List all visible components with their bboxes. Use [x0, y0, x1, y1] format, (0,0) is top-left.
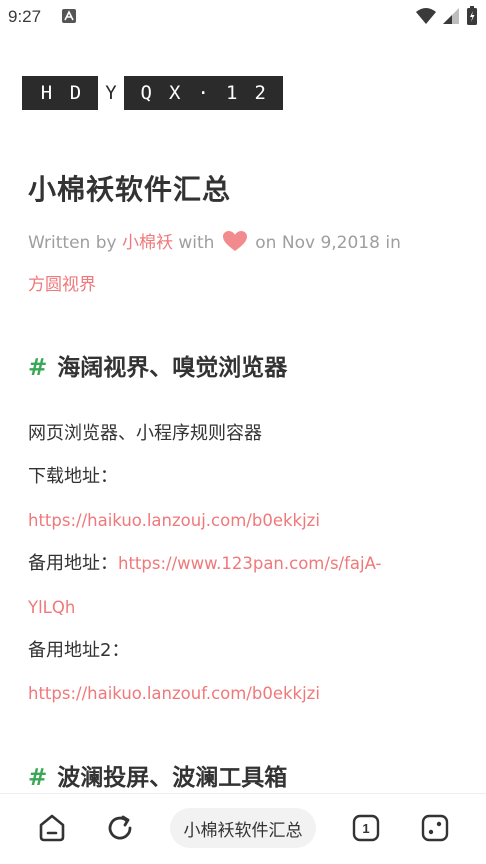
meta-on: on	[255, 233, 277, 253]
meta-in: in	[385, 233, 401, 253]
download-link[interactable]: https://haikuo.lanzouj.com/b0ekkjzi	[28, 511, 320, 530]
status-icons	[416, 6, 478, 26]
meta-with: with	[178, 233, 215, 253]
status-bar: 9:27	[0, 0, 486, 34]
meta-written-by: Written by	[28, 233, 117, 253]
wifi-icon	[416, 8, 436, 24]
tabs-button[interactable]: 1	[349, 811, 383, 845]
refresh-button[interactable]	[103, 811, 137, 845]
section-description: 网页浏览器、小程序规则容器	[28, 423, 262, 444]
logo-letter: H	[40, 82, 53, 104]
site-logo[interactable]: HD Y Q X · 1 2	[22, 76, 283, 110]
backup-label: 备用地址：	[28, 553, 118, 575]
status-time: 9:27	[8, 7, 42, 26]
logo-letter: D	[69, 82, 82, 104]
category-link[interactable]: 方圆视界	[28, 275, 96, 295]
home-button[interactable]	[35, 811, 69, 845]
menu-button[interactable]	[418, 811, 452, 845]
backup2-link[interactable]: https://haikuo.lanzouf.com/b0ekkjzi	[28, 684, 320, 703]
logo-part-2: Y	[98, 76, 124, 110]
app-notification-icon	[62, 9, 76, 23]
logo-letter: 1	[226, 82, 238, 104]
section-heading-bolan: # 波澜投屏、波澜工具箱	[28, 758, 287, 792]
logo-letter: 2	[254, 82, 266, 104]
logo-letter: ·	[197, 82, 209, 104]
download-label: 下载地址：	[28, 466, 118, 488]
home-icon	[39, 814, 65, 842]
logo-letter: Y	[105, 82, 117, 104]
backup2-label: 备用地址2：	[28, 640, 130, 662]
section-heading-text: 波澜投屏、波澜工具箱	[57, 765, 288, 791]
backup-link-continued[interactable]: YlLQh	[28, 598, 75, 617]
article-meta: Written by 小棉袄 with on Nov 9,2018 in 方圆视…	[28, 222, 468, 306]
refresh-icon	[108, 815, 132, 840]
heading-hash[interactable]: #	[28, 355, 47, 381]
heart-icon	[222, 231, 247, 251]
battery-icon	[467, 6, 477, 25]
address-bar-title[interactable]: 小棉袄软件汇总	[170, 808, 316, 848]
signal-icon	[443, 8, 459, 24]
section-heading-haikuo: # 海阔视界、嗅觉浏览器	[28, 348, 287, 382]
article-date: Nov 9,2018	[281, 233, 380, 253]
section-heading-text: 海阔视界、嗅觉浏览器	[57, 355, 288, 381]
author-link[interactable]: 小棉袄	[122, 233, 173, 253]
logo-letter: X	[169, 82, 181, 104]
logo-part-3: Q X · 1 2	[124, 76, 283, 110]
logo-letter: Q	[140, 82, 152, 104]
tab-count: 1	[362, 820, 370, 836]
article-title: 小棉袄软件汇总	[28, 173, 232, 206]
browser-bottom-bar: 小棉袄软件汇总 1	[0, 793, 486, 864]
backup-link[interactable]: https://www.123pan.com/s/fajA-	[118, 554, 381, 573]
menu-icon	[421, 814, 449, 842]
logo-part-1: HD	[22, 76, 98, 110]
section-content-haikuo: 网页浏览器、小程序规则容器 下载地址： https://haikuo.lanzo…	[28, 412, 468, 716]
heading-hash[interactable]: #	[28, 765, 47, 791]
